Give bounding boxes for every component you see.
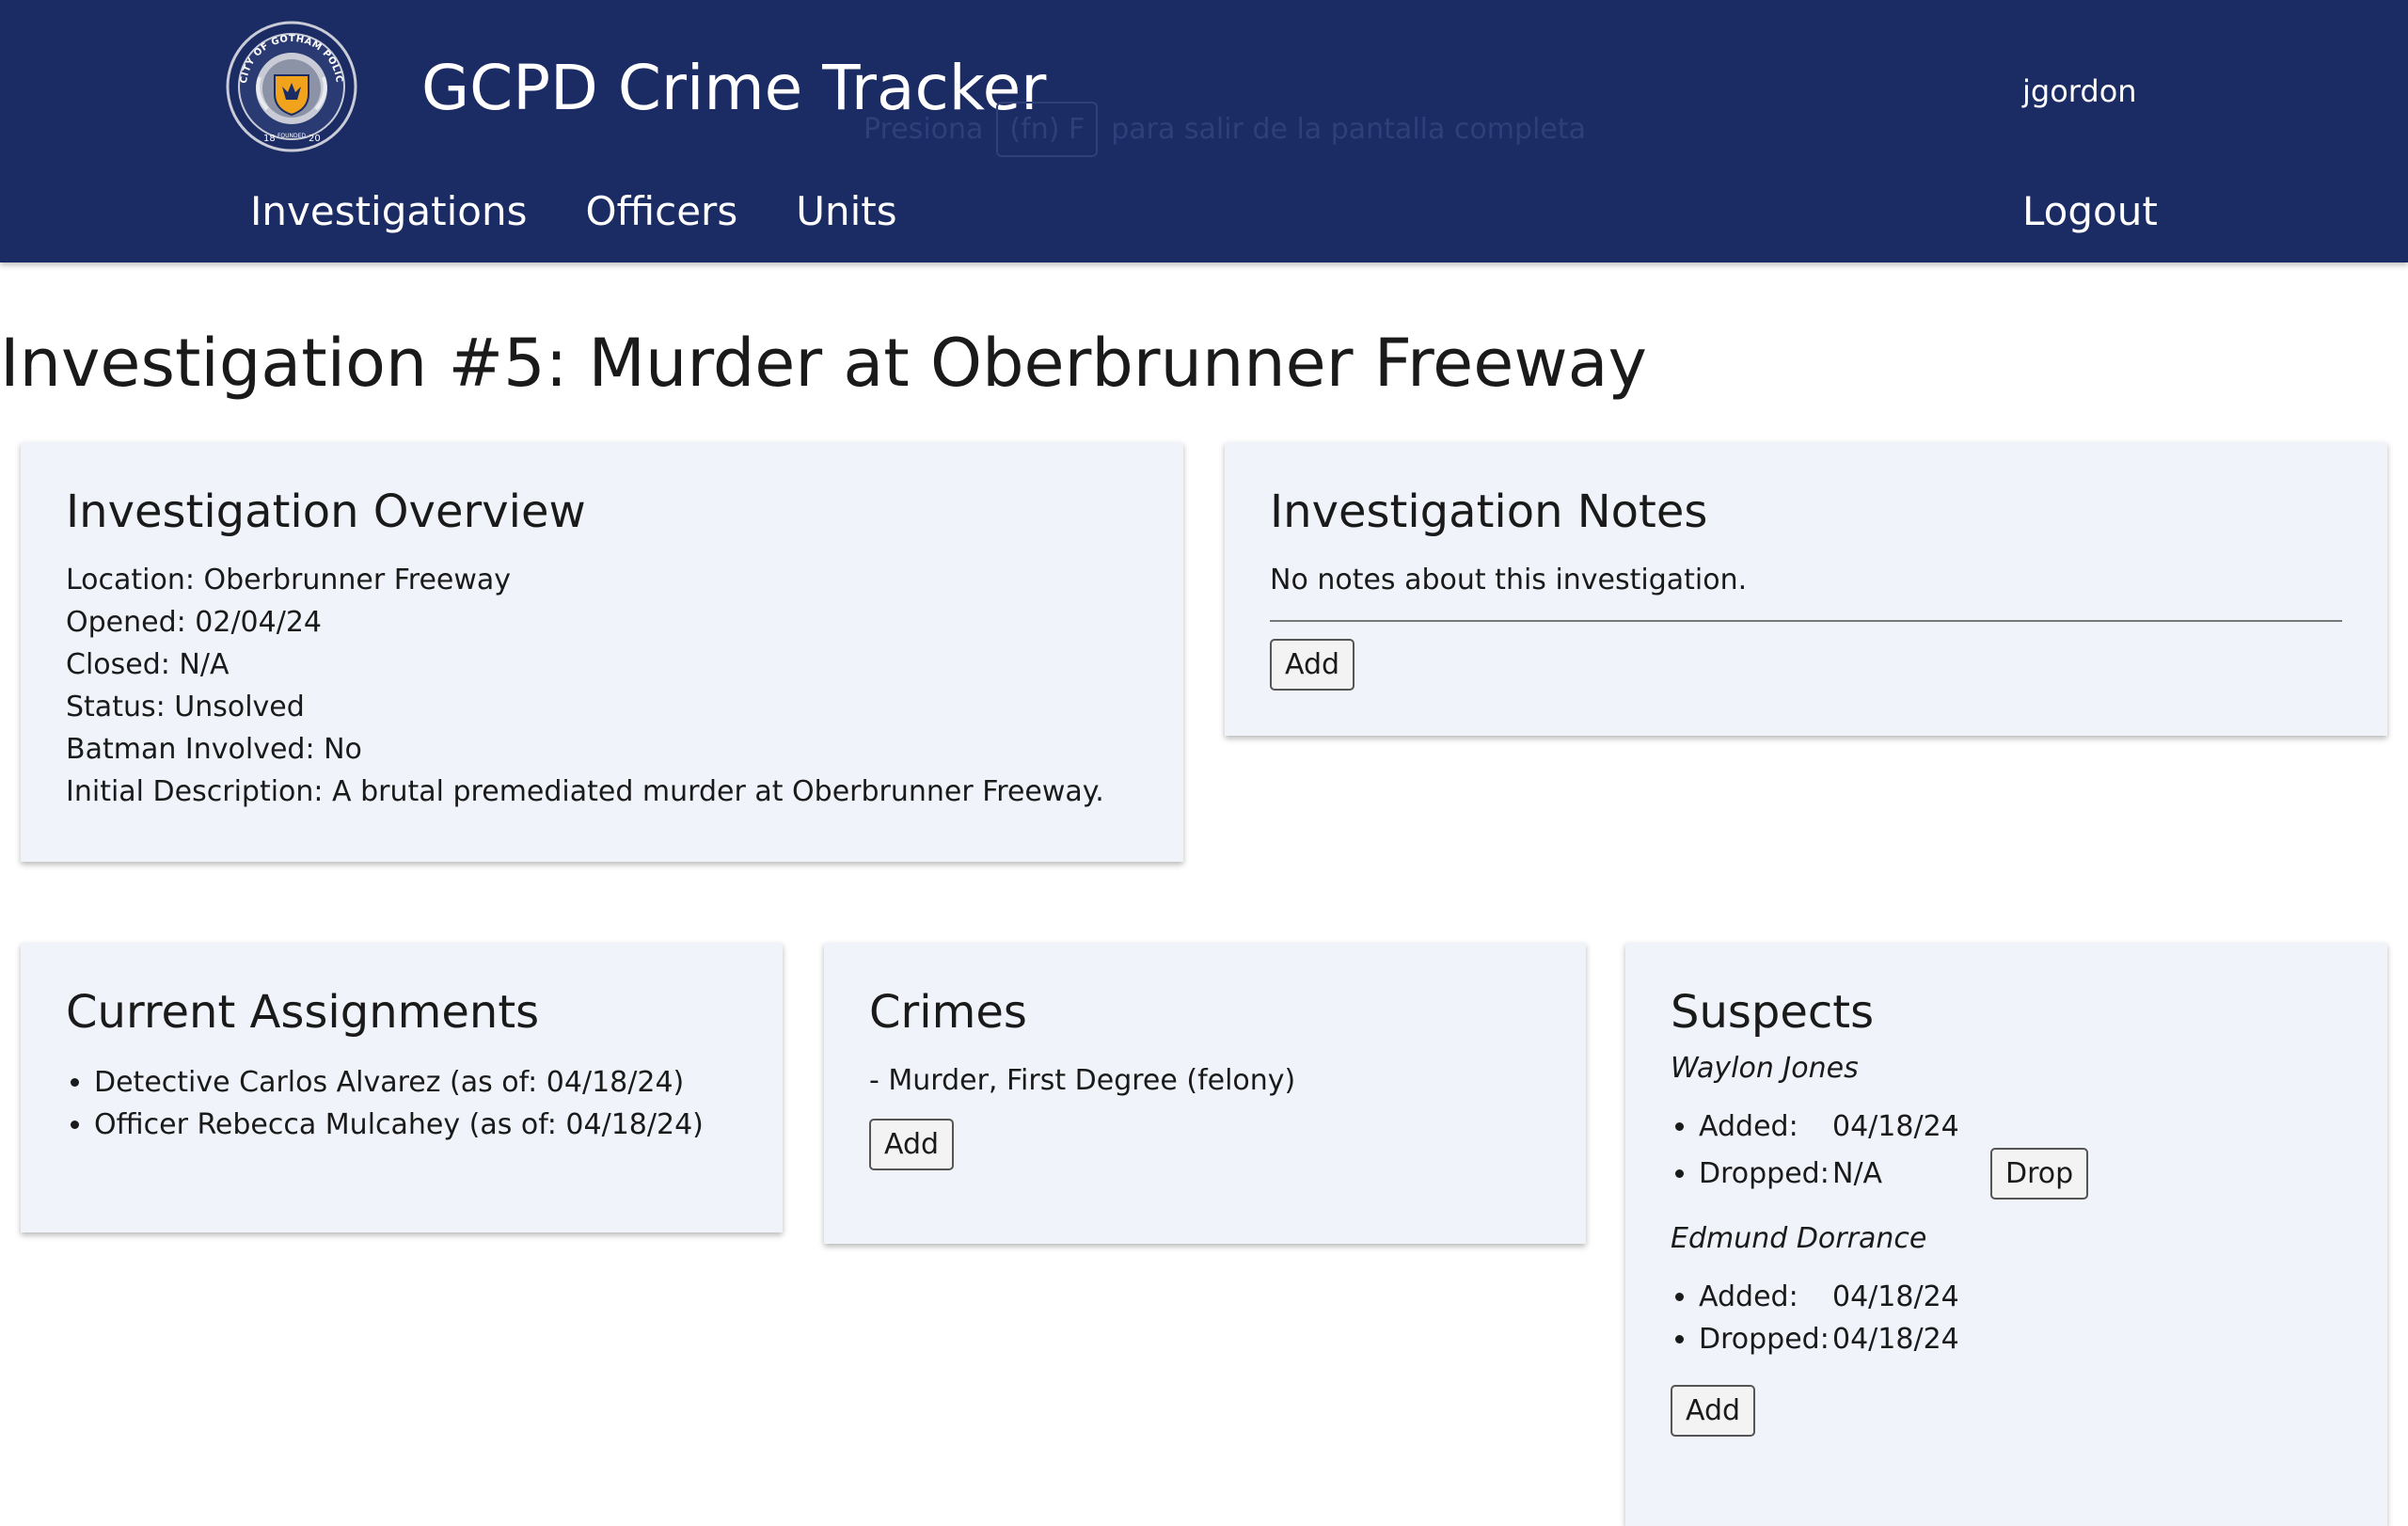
overview-batman-involved: Batman Involved: No [66, 732, 362, 766]
notes-empty-text: No notes about this investigation. [1270, 563, 1748, 596]
overview-initial-description: Initial Description: A brutal premediate… [66, 774, 1104, 808]
fullscreen-hint-key: (fn) F [996, 102, 1099, 157]
crime-item: - Murder, First Degree (felony) [869, 1063, 1296, 1097]
nav-officers[interactable]: Officers [585, 188, 737, 234]
nav-units[interactable]: Units [796, 188, 896, 234]
suspect-added-row: Added: 04/18/24 [1699, 1276, 2342, 1318]
notes-divider [1270, 619, 2342, 622]
fullscreen-exit-hint: Presiona (fn) F para salir de la pantall… [863, 102, 1586, 157]
overview-location: Location: Oberbrunner Freeway [66, 563, 512, 596]
suspect-entry: Edmund Dorrance Added: 04/18/24 Dropped:0… [1671, 1222, 2342, 1360]
fullscreen-hint-prefix: Presiona [863, 113, 984, 146]
logo-year-right: 20 [309, 134, 321, 144]
suspect-details: Added: 04/18/24 Dropped:N/A Drop [1671, 1105, 2342, 1200]
badge-icon: CITY OF GOTHAM POLICE DEPARTMENT 18 FOUN… [221, 13, 357, 152]
suspect-dropped-date: N/A [1832, 1156, 1883, 1190]
add-crime-button[interactable]: Add [869, 1118, 955, 1170]
assignment-item: Officer Rebecca Mulcahey (as of: 04/18/2… [94, 1104, 737, 1146]
add-note-button[interactable]: Add [1270, 638, 1355, 691]
overview-opened: Opened: 02/04/24 [66, 605, 323, 639]
suspect-entry: Waylon Jones Added:04/18/24 Dropped:N/AD… [1671, 1052, 2342, 1200]
fullscreen-hint-suffix: para salir de la pantalla completa [1111, 113, 1586, 146]
suspect-added-date: 04/18/24 [1832, 1280, 1959, 1313]
assignment-item: Detective Carlos Alvarez (as of: 04/18/2… [94, 1061, 737, 1104]
current-username: jgordon [2022, 73, 2137, 109]
assignments-heading: Current Assignments [66, 986, 540, 1039]
suspect-details: Added: 04/18/24 Dropped:04/18/24 [1671, 1276, 2342, 1360]
suspect-dropped-row: Dropped:N/A Drop [1699, 1147, 2342, 1200]
drop-suspect-button[interactable]: Drop [1990, 1147, 2089, 1200]
investigation-overview-card: Investigation Overview Location: Oberbru… [21, 442, 1183, 862]
suspect-added-label: Added: [1699, 1109, 1798, 1143]
suspect-dropped-label: Dropped: [1699, 1322, 1830, 1356]
logo-year-left: 18 [263, 134, 276, 144]
suspect-name: Edmund Dorrance [1671, 1221, 1927, 1255]
suspect-added-date: 04/18/24 [1832, 1109, 1959, 1143]
suspect-added-row: Added: 04/18/24 [1699, 1105, 2342, 1148]
suspects-heading: Suspects [1671, 986, 1875, 1039]
app-header: CITY OF GOTHAM POLICE DEPARTMENT 18 FOUN… [0, 0, 2408, 262]
current-assignments-card: Current Assignments Detective Carlos Alv… [21, 943, 783, 1232]
overview-heading: Investigation Overview [66, 485, 586, 538]
suspect-dropped-label: Dropped: [1699, 1156, 1830, 1190]
page-title: Investigation #5: Murder at Oberbrunner … [0, 325, 1647, 402]
overview-status: Status: Unsolved [66, 690, 305, 723]
crimes-card: Crimes - Murder, First Degree (felony) A… [824, 943, 1586, 1244]
notes-heading: Investigation Notes [1270, 485, 1708, 538]
add-suspect-button[interactable]: Add [1671, 1384, 1756, 1437]
suspect-name: Waylon Jones [1671, 1051, 1859, 1085]
suspect-added-label: Added: [1699, 1280, 1798, 1313]
gcpd-badge-logo[interactable]: CITY OF GOTHAM POLICE DEPARTMENT 18 FOUN… [221, 13, 357, 152]
suspects-card: Suspects Waylon Jones Added: 04/18/24 Dro… [1625, 943, 2387, 1526]
nav-investigations[interactable]: Investigations [250, 188, 527, 234]
overview-closed: Closed: N/A [66, 647, 230, 681]
suspect-dropped-row: Dropped:04/18/24 [1699, 1318, 2342, 1360]
logo-founded-text: FOUNDED [277, 133, 306, 139]
main-nav: Investigations Officers Units [250, 188, 897, 234]
investigation-notes-card: Investigation Notes No notes about this … [1225, 442, 2387, 736]
suspect-dropped-date: 04/18/24 [1832, 1322, 1959, 1356]
logout-link[interactable]: Logout [2022, 188, 2158, 234]
crimes-heading: Crimes [869, 986, 1027, 1039]
assignments-list: Detective Carlos Alvarez (as of: 04/18/2… [66, 1061, 737, 1146]
